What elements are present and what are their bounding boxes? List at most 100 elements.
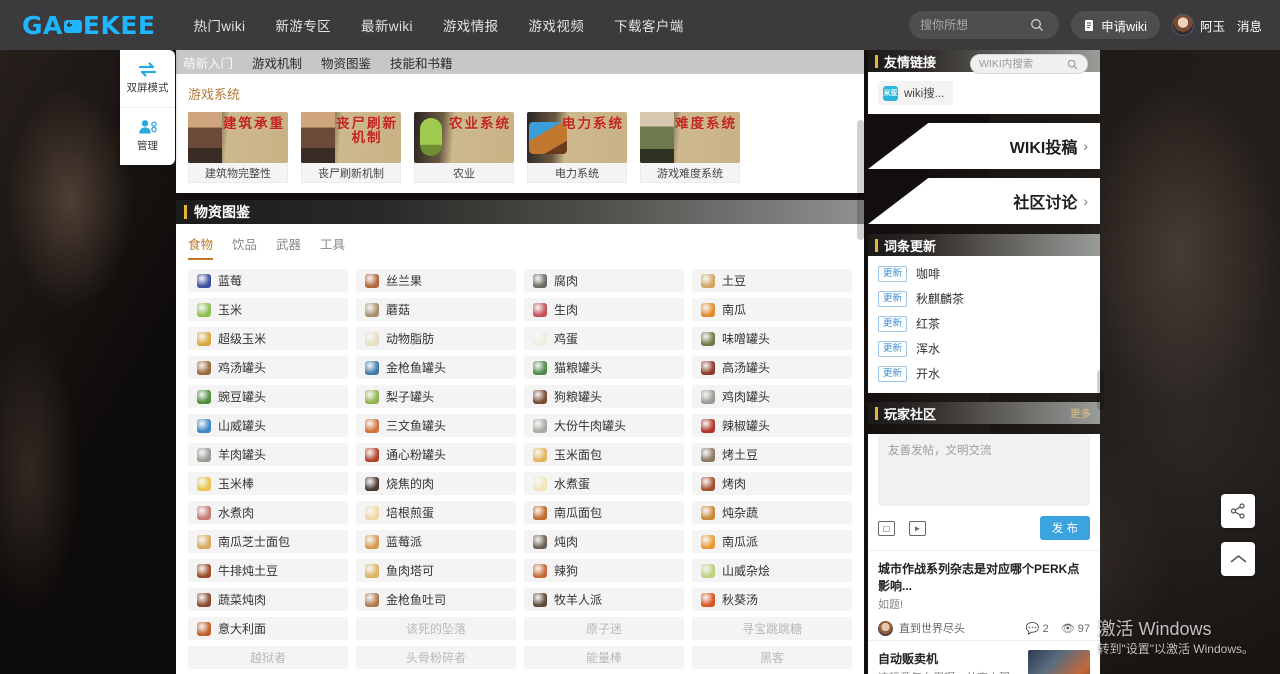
catalog-item[interactable]: 玉米棒 xyxy=(188,472,348,495)
catalog-item[interactable]: 玉米面包 xyxy=(524,443,684,466)
friend-link-chip[interactable]: 米亚 wiki搜... xyxy=(878,81,954,105)
catalog-item[interactable]: 超级玉米 xyxy=(188,327,348,350)
catalog-item[interactable]: 丝兰果 xyxy=(356,269,516,292)
catalog-item[interactable]: 土豆 xyxy=(692,269,852,292)
catalog-item[interactable]: 培根煎蛋 xyxy=(356,501,516,524)
system-card[interactable]: 电力系统 电力系统 xyxy=(527,112,627,183)
catalog-item[interactable]: 蘑菇 xyxy=(356,298,516,321)
catalog-item[interactable]: 烤肉 xyxy=(692,472,852,495)
catalog-item[interactable]: 羊肉罐头 xyxy=(188,443,348,466)
entry-update-row[interactable]: 更新 咖啡 xyxy=(868,261,1100,286)
video-icon[interactable]: ► xyxy=(909,520,926,536)
share-button[interactable] xyxy=(1221,494,1255,528)
back-to-top-button[interactable] xyxy=(1221,542,1255,576)
nav-link-game-news[interactable]: 游戏情报 xyxy=(443,15,499,35)
post-composer[interactable]: 友善发帖，文明交流 xyxy=(878,434,1090,506)
catalog-item[interactable]: 山威杂烩 xyxy=(692,559,852,582)
catalog-item[interactable]: 牧羊人派 xyxy=(524,588,684,611)
entry-update-row[interactable]: 更新 浑水 xyxy=(868,336,1100,361)
publish-button[interactable]: 发 布 xyxy=(1039,516,1090,540)
nav-link-game-videos[interactable]: 游戏视频 xyxy=(529,15,585,35)
catalog-item[interactable]: 味噌罐头 xyxy=(692,327,852,350)
tab-skills-books[interactable]: 技能和书籍 xyxy=(390,53,453,72)
global-search-box[interactable] xyxy=(909,11,1060,39)
catalog-item[interactable]: 南瓜 xyxy=(692,298,852,321)
dual-screen-mode-button[interactable]: 双屏模式 xyxy=(120,50,175,107)
search-icon[interactable] xyxy=(1030,18,1044,32)
nav-link-new-games[interactable]: 新游专区 xyxy=(275,15,331,35)
catalog-item[interactable]: 猫粮罐头 xyxy=(524,356,684,379)
avatar[interactable] xyxy=(1171,14,1194,36)
nav-link-download-client[interactable]: 下载客户端 xyxy=(614,15,684,35)
search-icon[interactable] xyxy=(1067,59,1078,70)
entry-update-row[interactable]: 更新 开水 xyxy=(868,361,1100,386)
catalog-item[interactable]: 生肉 xyxy=(524,298,684,321)
site-logo[interactable]: GA EKEE xyxy=(22,11,155,40)
messages-link[interactable]: 消息 xyxy=(1237,16,1262,35)
catalog-item[interactable]: 鸡蛋 xyxy=(524,327,684,350)
community-post[interactable]: 城市作战系列杂志是对应哪个PERK点影响... 如题! 直到世界尽头 💬 2 👁… xyxy=(868,550,1100,640)
catalog-item[interactable]: 金枪鱼吐司 xyxy=(356,588,516,611)
catalog-item[interactable]: 玉米 xyxy=(188,298,348,321)
catalog-item[interactable]: 豌豆罐头 xyxy=(188,385,348,408)
system-card[interactable]: 难度系统 游戏难度系统 xyxy=(640,112,740,183)
catalog-item[interactable]: 炖杂蔬 xyxy=(692,501,852,524)
catalog-item[interactable]: 水煮蛋 xyxy=(524,472,684,495)
catalog-item[interactable]: 蓝莓派 xyxy=(356,530,516,553)
catalog-tab-drinks[interactable]: 饮品 xyxy=(232,234,257,260)
catalog-tab-tools[interactable]: 工具 xyxy=(320,234,345,260)
catalog-item[interactable]: 烧焦的肉 xyxy=(356,472,516,495)
nav-link-latest-wiki[interactable]: 最新wiki xyxy=(361,15,413,35)
catalog-item[interactable]: 大份牛肉罐头 xyxy=(524,414,684,437)
catalog-item[interactable]: 意大利面 xyxy=(188,617,348,640)
system-card[interactable]: 农业系统 农业 xyxy=(414,112,514,183)
nav-link-hot-wiki[interactable]: 热门wiki xyxy=(193,15,245,35)
catalog-tab-food[interactable]: 食物 xyxy=(188,234,214,260)
catalog-item[interactable]: 三文鱼罐头 xyxy=(356,414,516,437)
entry-update-row[interactable]: 更新 红茶 xyxy=(868,311,1100,336)
catalog-item[interactable]: 鸡肉罐头 xyxy=(692,385,852,408)
catalog-item[interactable]: 南瓜派 xyxy=(692,530,852,553)
global-search-input[interactable] xyxy=(920,18,1025,32)
tab-game-mechanics[interactable]: 游戏机制 xyxy=(252,53,302,72)
catalog-item[interactable]: 腐肉 xyxy=(524,269,684,292)
wiki-submission-button[interactable]: WIKI投稿 › xyxy=(868,123,1100,169)
catalog-item[interactable]: 南瓜面包 xyxy=(524,501,684,524)
catalog-tab-weapons[interactable]: 武器 xyxy=(276,234,301,260)
catalog-item[interactable]: 辣狗 xyxy=(524,559,684,582)
catalog-item[interactable]: 通心粉罐头 xyxy=(356,443,516,466)
catalog-item[interactable]: 鱼肉塔可 xyxy=(356,559,516,582)
manage-button[interactable]: 管理 xyxy=(120,107,175,164)
catalog-item[interactable]: 狗粮罐头 xyxy=(524,385,684,408)
catalog-item[interactable]: 鸡汤罐头 xyxy=(188,356,348,379)
catalog-item[interactable]: 蓝莓 xyxy=(188,269,348,292)
main-scrollbar[interactable] xyxy=(857,120,864,240)
tab-item-catalog[interactable]: 物资图鉴 xyxy=(321,53,371,72)
community-discussion-button[interactable]: 社区讨论 › xyxy=(868,178,1100,224)
player-community-more-link[interactable]: 更多 xyxy=(1070,406,1091,421)
catalog-item[interactable]: 南瓜芝士面包 xyxy=(188,530,348,553)
catalog-item[interactable]: 高汤罐头 xyxy=(692,356,852,379)
tab-beginner-guide-ghost[interactable]: 萌新入门 xyxy=(183,53,233,72)
wiki-search-input[interactable] xyxy=(979,58,1067,70)
catalog-item[interactable]: 炖肉 xyxy=(524,530,684,553)
right-sidebar-scrollbar[interactable] xyxy=(1097,370,1104,410)
wiki-search-box[interactable] xyxy=(970,54,1088,74)
community-post[interactable]: 自动贩卖机 这玩意怎么用啊，从商人那买来的，租用的我知道东西放里 xyxy=(868,640,1100,674)
system-card[interactable]: 建筑承重 建筑物完整性 xyxy=(188,112,288,183)
catalog-item[interactable]: 蔬菜炖肉 xyxy=(188,588,348,611)
entry-update-row[interactable]: 更新 秋麒麟茶 xyxy=(868,286,1100,311)
catalog-item[interactable]: 辣椒罐头 xyxy=(692,414,852,437)
system-card[interactable]: 丧尸刷新机制 丧尸刷新机制 xyxy=(301,112,401,183)
catalog-item[interactable]: 水煮肉 xyxy=(188,501,348,524)
catalog-item[interactable]: 牛排炖土豆 xyxy=(188,559,348,582)
catalog-item[interactable]: 秋葵汤 xyxy=(692,588,852,611)
catalog-item[interactable]: 梨子罐头 xyxy=(356,385,516,408)
catalog-item[interactable]: 金枪鱼罐头 xyxy=(356,356,516,379)
catalog-item[interactable]: 山威罐头 xyxy=(188,414,348,437)
catalog-item[interactable]: 动物脂肪 xyxy=(356,327,516,350)
user-menu[interactable]: 阿玉 xyxy=(1171,14,1225,36)
image-icon[interactable]: ▢ xyxy=(878,520,895,536)
catalog-item[interactable]: 烤土豆 xyxy=(692,443,852,466)
apply-wiki-button[interactable]: 申请wiki xyxy=(1071,11,1160,39)
